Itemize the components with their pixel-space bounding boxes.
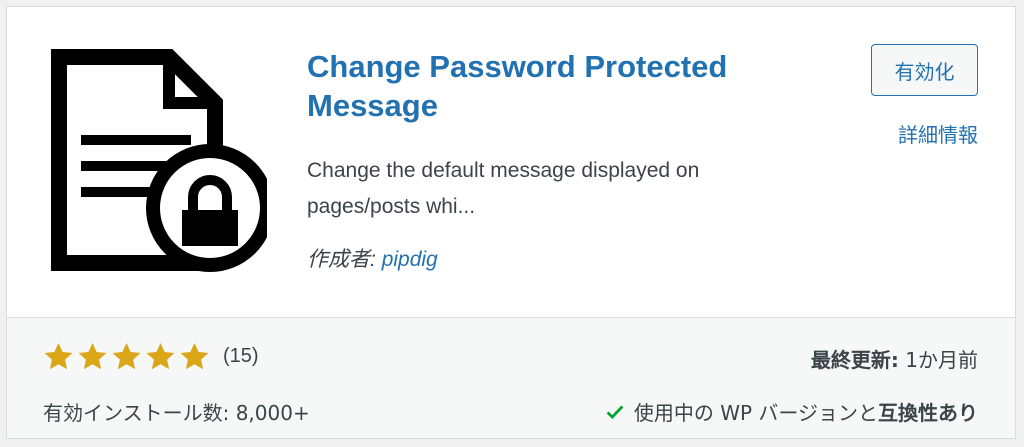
plugin-description-line1: Change the default message displayed on — [307, 159, 700, 182]
star-rating: (15) — [43, 341, 259, 372]
last-updated-label: 最終更新: — [810, 348, 899, 372]
more-details-link[interactable]: 詳細情報 — [898, 119, 978, 148]
star-icon — [146, 342, 175, 370]
rating-count: (15) — [223, 345, 259, 367]
plugin-title-line2: Message — [307, 88, 438, 123]
star-icon — [78, 342, 107, 370]
compat-status: 互換性あり — [878, 401, 978, 425]
document-lock-icon — [51, 49, 267, 272]
plugin-author: 作成者: pipdig — [307, 243, 438, 273]
plugin-card: Change Password Protected Message Change… — [6, 6, 1016, 439]
star-icon — [44, 342, 73, 370]
plugin-description: Change the default message displayed on … — [307, 153, 827, 225]
star-icon — [180, 342, 209, 370]
last-updated: 最終更新: 1か月前 — [811, 344, 978, 373]
last-updated-value: 1か月前 — [905, 348, 978, 372]
author-link[interactable]: pipdig — [382, 248, 438, 271]
plugin-title-link[interactable]: Change Password Protected Message — [307, 47, 827, 125]
active-installs: 有効インストール数: 8,000+ — [43, 401, 310, 425]
activate-button[interactable]: 有効化 — [871, 44, 978, 96]
compat-prefix: 使用中の WP バージョンと — [633, 401, 878, 425]
checkmark-icon — [606, 405, 624, 419]
plugin-title-line1: Change Password Protected — [307, 49, 728, 84]
plugin-card-footer: (15) 有効インストール数: 8,000+ 最終更新: 1か月前 使用中の W… — [7, 317, 1015, 438]
plugin-description-line2: pages/posts whi... — [307, 195, 476, 218]
author-label: 作成者: — [307, 248, 376, 271]
plugin-card-top: Change Password Protected Message Change… — [7, 7, 1015, 317]
compatibility-status: 使用中の WP バージョンと 互換性あり — [604, 397, 978, 426]
star-icon — [112, 342, 141, 370]
